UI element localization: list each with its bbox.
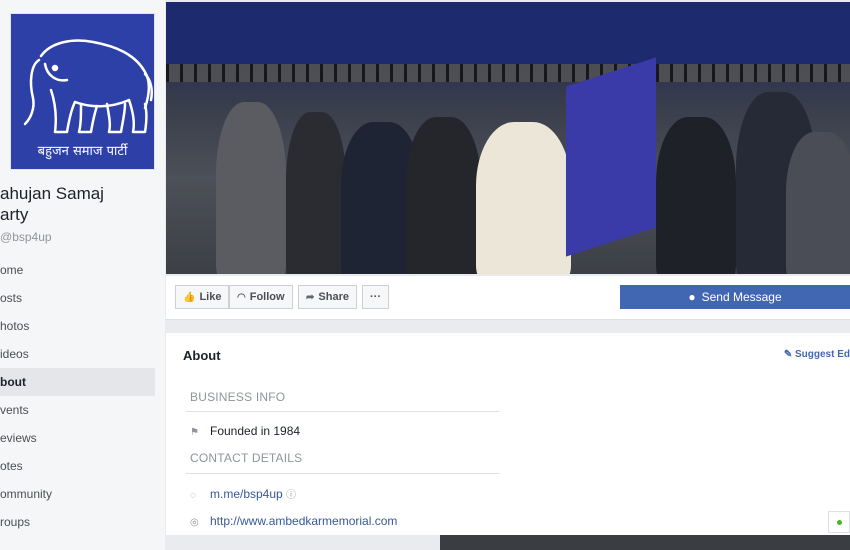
send-message-label: Send Message [701, 290, 782, 304]
sidebar-item-events[interactable]: vents [0, 396, 155, 424]
messenger-icon: ◌ [190, 490, 196, 501]
online-dot-icon [837, 520, 842, 525]
divider [186, 473, 499, 474]
sidebar-item-home[interactable]: ome [0, 256, 155, 284]
page-name-line-1[interactable]: ahujan Samaj [0, 183, 160, 204]
profile-picture[interactable]: बहुजन समाज पार्टी [10, 13, 155, 170]
sidebar-item-community[interactable]: ommunity [0, 480, 155, 508]
cover-railing [166, 64, 850, 82]
suggest-edits-label[interactable]: Suggest Ed [795, 349, 850, 360]
messenger-icon: ● [688, 290, 696, 304]
handle-text[interactable]: bsp4up [12, 230, 51, 244]
send-message-button[interactable]: ● Send Message [620, 285, 850, 309]
about-title: About [183, 348, 221, 363]
sidebar-item-photos[interactable]: hotos [0, 312, 155, 340]
rss-icon: ◠ [237, 292, 246, 303]
sidebar-item-groups[interactable]: roups [0, 508, 155, 536]
page-name-line-2[interactable]: arty [0, 204, 160, 225]
globe-icon: ◎ [190, 517, 199, 528]
logo-text: बहुजन समाज पार्टी [37, 144, 128, 159]
chat-status-button[interactable] [828, 511, 850, 533]
bottom-photo-strip [440, 535, 850, 550]
website-row[interactable]: ◎ http://www.ambedkarmemorial.com [190, 514, 397, 528]
messenger-row[interactable]: ◌ m.me/bsp4up ⓘ [190, 486, 296, 501]
thumbs-up-icon: 👍 [183, 292, 196, 303]
page-action-bar: 👍 Like ◠ Follow ➦ Share ··· ● Send Message [166, 276, 850, 320]
cover-person [786, 132, 850, 274]
like-label: Like [199, 291, 222, 303]
founded-text: Founded in 1984 [210, 424, 301, 438]
cover-person [286, 112, 346, 274]
sidebar-item-posts[interactable]: osts [0, 284, 155, 312]
flag-icon: ⚑ [190, 427, 199, 438]
follow-label: Follow [249, 291, 285, 303]
sidebar-item-videos[interactable]: ideos [0, 340, 155, 368]
page-handle[interactable]: @bsp4up [0, 230, 52, 244]
sidebar-item-reviews[interactable]: eviews [0, 424, 155, 452]
share-button[interactable]: ➦ Share [298, 285, 357, 309]
handle-at: @ [0, 230, 13, 244]
messenger-link[interactable]: m.me/bsp4up [210, 487, 283, 501]
business-info-heading: BUSINESS INFO [190, 390, 286, 404]
pencil-icon: ✎ [783, 349, 795, 360]
info-icon: ⓘ [286, 490, 297, 501]
like-button[interactable]: 👍 Like [175, 285, 230, 309]
elephant-logo-icon [23, 39, 153, 134]
share-label: Share [318, 291, 349, 303]
cover-person [406, 117, 481, 274]
facebook-page: बहुजन समाज पार्टी ahujan Samaj arty @bsp… [0, 0, 850, 550]
divider [186, 411, 499, 412]
follow-button[interactable]: ◠ Follow [229, 285, 293, 309]
cover-person-in-white [476, 122, 571, 274]
page-nav: ome osts hotos ideos bout vents eviews o… [0, 256, 155, 536]
contact-details-heading: CONTACT DETAILS [190, 451, 303, 465]
website-link[interactable]: http://www.ambedkarmemorial.com [210, 514, 397, 528]
about-card: About ✎ Suggest Ed BUSINESS INFO ⚑ Founde… [166, 333, 850, 535]
left-sidebar: बहुजन समाज पार्टी ahujan Samaj arty @bsp… [0, 0, 165, 550]
cover-person [216, 102, 286, 274]
sidebar-item-notes[interactable]: otes [0, 452, 155, 480]
more-button[interactable]: ··· [362, 285, 389, 309]
share-arrow-icon: ➦ [306, 292, 315, 303]
cover-photo[interactable] [166, 2, 850, 274]
blue-flag [566, 57, 656, 257]
sidebar-item-about[interactable]: bout [0, 368, 155, 396]
page-name[interactable]: ahujan Samaj arty [0, 183, 160, 225]
cover-awning [166, 2, 850, 64]
suggest-edits-link[interactable]: ✎ Suggest Ed [784, 349, 850, 360]
founded-row: ⚑ Founded in 1984 [190, 424, 300, 438]
cover-person [656, 117, 736, 274]
